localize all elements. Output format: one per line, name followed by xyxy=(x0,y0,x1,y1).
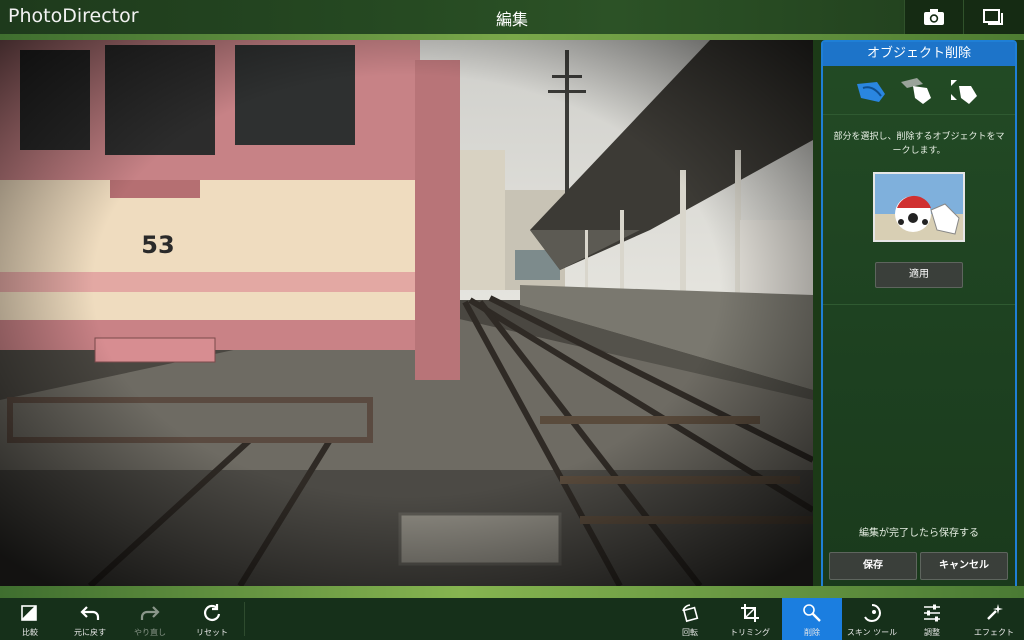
remove-label: 削除 xyxy=(804,628,820,637)
skin-tool-label: スキン ツール xyxy=(846,628,898,637)
window-button[interactable] xyxy=(963,0,1024,34)
toolbar-separator xyxy=(244,602,245,636)
adjust-icon xyxy=(924,604,940,622)
undo-label: 元に戻す xyxy=(74,628,106,637)
apply-button[interactable]: 適用 xyxy=(875,262,963,288)
compare-label: 比較 xyxy=(22,628,38,637)
effect-icon xyxy=(987,604,1003,620)
save-hint: 編集が完了したら保存する xyxy=(859,528,979,539)
page-title: 編集 xyxy=(495,10,528,29)
rotate-label: 回転 xyxy=(682,628,698,637)
save-button[interactable]: 保存 xyxy=(829,552,917,580)
divider xyxy=(823,304,1015,305)
resize-brush-icon xyxy=(951,80,977,104)
accent-strip-bottom xyxy=(0,586,1024,598)
app-title: PhotoDirector xyxy=(8,5,139,27)
removal-preview-image xyxy=(873,172,965,242)
adjust-label: 調整 xyxy=(924,628,940,637)
skin-tool-icon xyxy=(864,604,881,622)
panel-title: オブジェクト削除 xyxy=(823,42,1015,66)
rotate-icon xyxy=(682,604,699,623)
effect-label: エフェクト xyxy=(974,628,1014,637)
crop-button[interactable]: トリミング xyxy=(720,598,780,640)
cancel-button[interactable]: キャンセル xyxy=(920,552,1008,580)
resize-brush-tool[interactable] xyxy=(943,74,983,106)
erase-mark-icon xyxy=(901,78,931,104)
photo-canvas[interactable]: 53 xyxy=(0,40,813,586)
tram-photo: 53 xyxy=(0,40,813,586)
crop-icon xyxy=(741,604,759,622)
adjust-button[interactable]: 調整 xyxy=(902,598,962,640)
camera-button[interactable] xyxy=(904,0,963,34)
divider xyxy=(823,114,1015,115)
remove-button[interactable]: 削除 xyxy=(782,598,842,640)
crop-label: トリミング xyxy=(730,628,770,637)
redo-label: やり直し xyxy=(134,628,166,637)
mark-object-icon xyxy=(857,82,885,102)
bottom-toolbar: 比較 元に戻す やり直し リセット 回転 トリミング 削除 スキン ツール 調整… xyxy=(0,598,1024,640)
compare-icon xyxy=(21,605,37,621)
reset-button[interactable]: リセット xyxy=(182,598,242,640)
undo-icon xyxy=(80,606,100,620)
remove-icon xyxy=(803,604,821,622)
camera-icon xyxy=(924,9,944,25)
redo-icon xyxy=(140,606,160,620)
window-icon xyxy=(983,9,1003,25)
top-bar: PhotoDirector 編集 xyxy=(0,0,1024,34)
object-removal-panel: オブジェクト削除 部分を選択し、削除するオブジェクトをマークします。 適用 編集… xyxy=(821,40,1017,592)
soccer-ball-hand-icon xyxy=(875,174,963,240)
reset-label: リセット xyxy=(196,628,228,637)
compare-button[interactable]: 比較 xyxy=(0,598,60,640)
undo-button[interactable]: 元に戻す xyxy=(60,598,120,640)
erase-mark-tool[interactable] xyxy=(897,74,937,106)
redo-button[interactable]: やり直し xyxy=(120,598,180,640)
mark-object-tool[interactable] xyxy=(851,74,891,106)
reset-icon xyxy=(204,604,221,621)
removal-tools xyxy=(823,74,1015,108)
rotate-button[interactable]: 回転 xyxy=(660,598,720,640)
panel-description: 部分を選択し、削除するオブジェクトをマークします。 xyxy=(833,132,1005,156)
skin-tool-button[interactable]: スキン ツール xyxy=(842,598,902,640)
effect-button[interactable]: エフェクト xyxy=(964,598,1024,640)
